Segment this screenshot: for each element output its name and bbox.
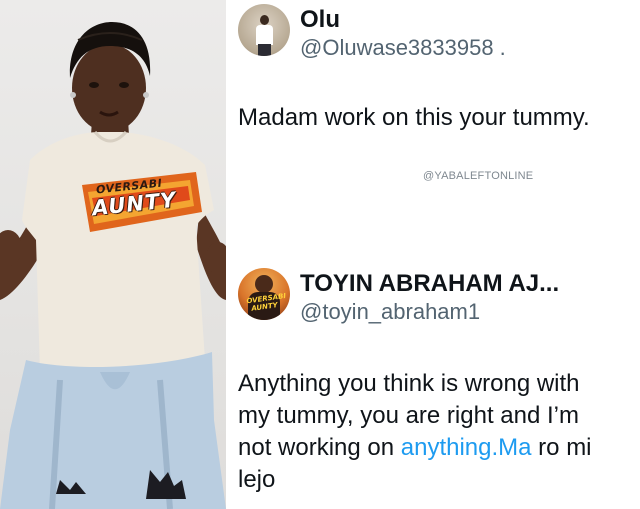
tweet1-handle[interactable]: @Oluwase3833958 . bbox=[300, 34, 506, 62]
photo-panel: OVERSABI AUNTY bbox=[0, 0, 226, 509]
tweet2-text-line: lejo bbox=[238, 466, 276, 493]
avatar-figure-body bbox=[256, 25, 273, 45]
tweet2-names: TOYIN ABRAHAM AJ... @toyin_abraham1 bbox=[300, 268, 559, 326]
tweet2-display-name[interactable]: TOYIN ABRAHAM AJ... bbox=[300, 270, 559, 298]
tweet2-text-segment: ro mi bbox=[531, 434, 592, 461]
tweet1-names: Olu @Oluwase3833958 . bbox=[300, 4, 506, 62]
watermark: @YABALEFTONLINE bbox=[423, 170, 534, 182]
tweet2-handle[interactable]: @toyin_abraham1 bbox=[300, 298, 559, 326]
woman-photo bbox=[0, 22, 226, 509]
avatar-figure-head bbox=[255, 275, 273, 293]
tweet2-link[interactable]: anything.Ma bbox=[401, 434, 532, 461]
avatar-figure-legs bbox=[258, 44, 271, 56]
toyin-avatar[interactable]: OVERSABI AUNTY bbox=[238, 268, 290, 320]
shirt-logo: OVERSABI AUNTY bbox=[76, 176, 204, 232]
tweet2-header: OVERSABI AUNTY TOYIN ABRAHAM AJ... @toyi… bbox=[238, 268, 559, 326]
tweet1-display-name[interactable]: Olu bbox=[300, 6, 506, 34]
tweets-panel: Olu @Oluwase3833958 . Madam work on this… bbox=[226, 0, 640, 509]
avatar-figure-head bbox=[260, 15, 269, 25]
tweet1-header: Olu @Oluwase3833958 . bbox=[238, 4, 506, 62]
tweet2-text-line: Anything you think is wrong with bbox=[238, 370, 580, 397]
tweet2-text-line: my tummy, you are right and I’m bbox=[238, 402, 579, 429]
tweet2-text: Anything you think is wrong with my tumm… bbox=[238, 368, 592, 496]
tweet2-text-segment: not working on bbox=[238, 434, 401, 461]
tweet1-text: Madam work on this your tummy. bbox=[238, 104, 590, 131]
tweet2-text-line: not working on anything.Ma ro mi bbox=[238, 432, 592, 464]
olu-avatar[interactable] bbox=[238, 4, 290, 56]
